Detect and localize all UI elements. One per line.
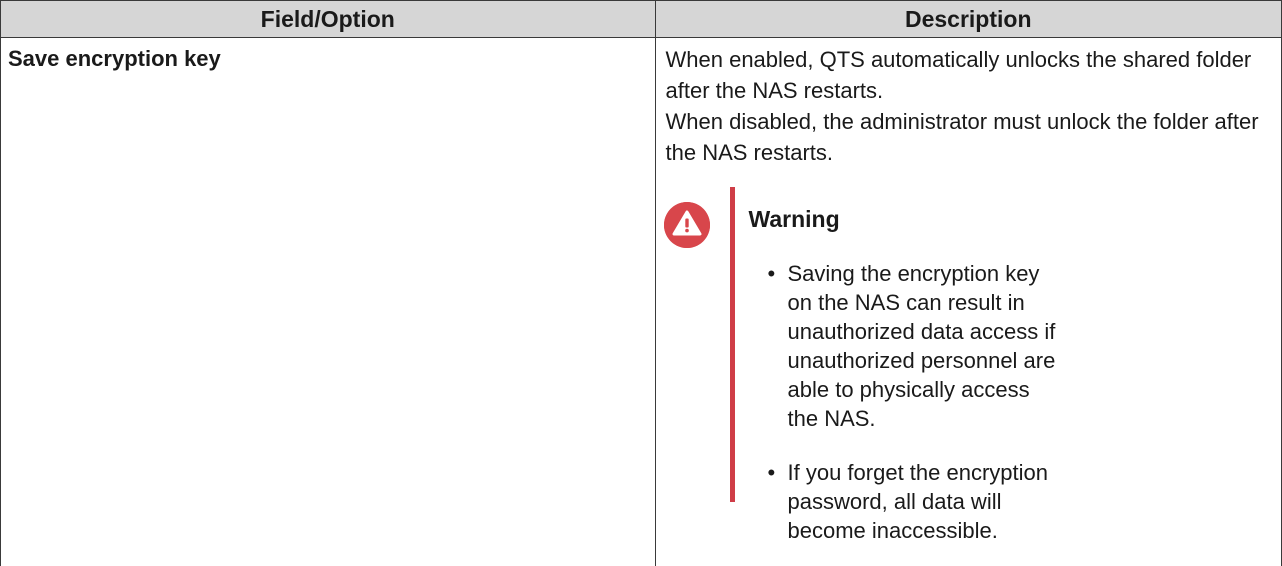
description-enabled: When enabled, QTS automatically unlocks … xyxy=(666,47,1252,103)
bullet-icon: • xyxy=(768,458,776,487)
warning-list-item: • If you forget the encryption password,… xyxy=(764,458,1064,545)
warning-item-text: Saving the encryption key on the NAS can… xyxy=(788,261,1056,431)
warning-title: Warning xyxy=(749,205,840,233)
field-cell: Save encryption key xyxy=(1,38,656,566)
field-name: Save encryption key xyxy=(1,38,655,72)
header-field-option: Field/Option xyxy=(1,1,656,38)
warning-callout: Warning • Saving the encryption key on t… xyxy=(656,187,1282,502)
warning-icon xyxy=(664,202,710,248)
description-text: When enabled, QTS automatically unlocks … xyxy=(656,38,1282,168)
table-row: Save encryption key When enabled, QTS au… xyxy=(1,38,1282,566)
description-cell: When enabled, QTS automatically unlocks … xyxy=(655,38,1282,566)
warning-list-item: • Saving the encryption key on the NAS c… xyxy=(764,259,1064,433)
warning-accent-bar xyxy=(730,187,735,502)
description-disabled: When disabled, the administrator must un… xyxy=(666,109,1259,165)
warning-item-text: If you forget the encryption password, a… xyxy=(788,460,1049,543)
warning-list: • Saving the encryption key on the NAS c… xyxy=(764,259,1064,545)
bullet-icon: • xyxy=(768,259,776,288)
field-option-table: Field/Option Description Save encryption… xyxy=(0,0,1282,566)
table-header-row: Field/Option Description xyxy=(1,1,1282,38)
header-description: Description xyxy=(655,1,1282,38)
